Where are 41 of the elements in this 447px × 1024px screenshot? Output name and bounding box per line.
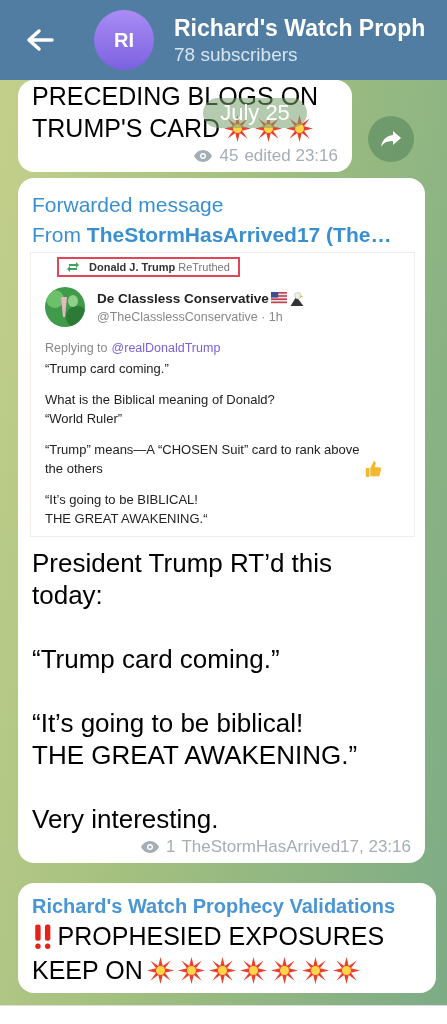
flag-icon bbox=[270, 292, 287, 304]
message-meta: edited 23:16 bbox=[244, 146, 338, 166]
author-name: De Classless Conservative bbox=[97, 290, 269, 306]
message-paragraph: “Trump card coming.” bbox=[32, 643, 281, 675]
post-paragraph: “Trump” means—A “CHOSEN Suit” card to rank above the others bbox=[45, 441, 360, 478]
forward-source: From TheStormHasArrived17 (The… bbox=[32, 222, 393, 248]
message-text: KEEP ON bbox=[32, 955, 143, 985]
eye-icon bbox=[193, 149, 214, 163]
view-count: 1 bbox=[165, 837, 176, 857]
view-count: 45 bbox=[219, 146, 239, 166]
repost-icon bbox=[67, 261, 79, 273]
channel-avatar[interactable]: RI bbox=[94, 10, 154, 70]
post-paragraph: What is the Biblical meaning of Donald? “World Ruler” bbox=[45, 391, 275, 428]
eye-icon bbox=[139, 840, 160, 854]
post-paragraph: “Trump card coming.” bbox=[45, 360, 169, 378]
explosion-icon bbox=[332, 956, 360, 984]
mention-link[interactable]: @realDonaldTrump bbox=[111, 341, 221, 355]
post-paragraph: “It’s going to be BIBLICAL! THE GREAT AWAKENING.“ bbox=[45, 491, 208, 528]
message-paragraph: Very interesting. bbox=[32, 803, 220, 835]
share-icon bbox=[380, 130, 402, 148]
forward-label: Forwarded message bbox=[32, 192, 225, 218]
subscriber-count: 78 subscribers bbox=[174, 43, 299, 66]
message-meta: TheStormHasArrived17, 23:16 bbox=[181, 837, 411, 857]
eagle-icon bbox=[288, 290, 305, 306]
explosion-icon bbox=[239, 956, 267, 984]
retruth-text: Donald J. Trump ReTruthed bbox=[89, 261, 230, 273]
explosion-icon bbox=[177, 956, 205, 984]
message-paragraph: “It’s going to be biblical! THE GREAT AWAKENING.” bbox=[32, 707, 359, 771]
explosion-icon bbox=[301, 956, 329, 984]
share-button[interactable] bbox=[368, 116, 414, 162]
back-button[interactable] bbox=[26, 28, 54, 52]
explosion-icon bbox=[270, 956, 298, 984]
explosion-icon bbox=[146, 956, 174, 984]
channel-name: Richard's Watch Prophecy Validations bbox=[32, 894, 396, 919]
author-handle: @TheClasslessConservative · 1h bbox=[97, 310, 284, 324]
reply-label: Replying to bbox=[45, 341, 108, 355]
thumbs-up-icon bbox=[363, 460, 382, 478]
channel-title: Richard's Watch Proph bbox=[174, 14, 426, 42]
explosion-icon bbox=[208, 956, 236, 984]
message-paragraph: President Trump RT’d this today: bbox=[32, 547, 334, 611]
message-text: PROPHESIED EXPOSURES bbox=[57, 921, 385, 951]
